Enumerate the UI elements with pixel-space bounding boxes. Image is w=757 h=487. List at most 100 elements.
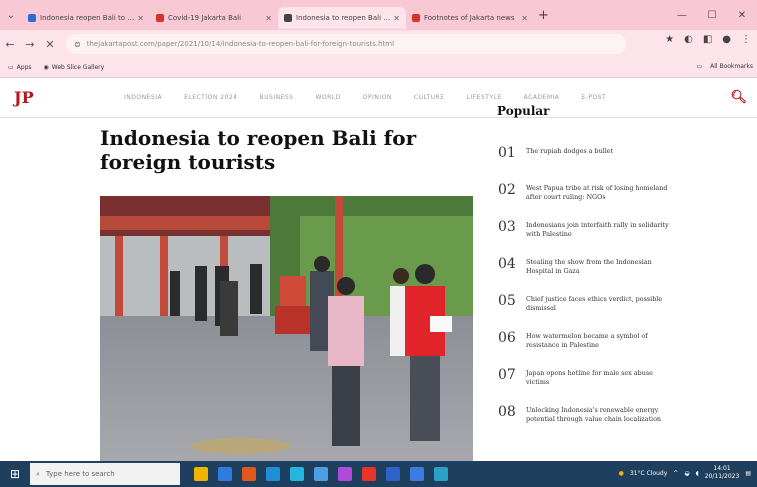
close-icon[interactable]: ✕: [137, 14, 144, 23]
article-photo-image: [100, 196, 473, 464]
back-icon[interactable]: ←: [0, 38, 20, 51]
window-close-icon[interactable]: ✕: [727, 10, 757, 21]
minimize-icon[interactable]: —: [667, 10, 697, 21]
window-controls: — ☐ ✕: [667, 0, 757, 30]
all-bookmarks[interactable]: ▭ All Bookmarks: [697, 63, 753, 70]
bookmark-star-icon[interactable]: ★: [665, 34, 674, 45]
taskbar-app-icon[interactable]: [410, 467, 424, 481]
profile-icon[interactable]: ●: [722, 34, 731, 45]
url-input[interactable]: ⊜ thejakartapost.com/paper/2021/10/14/in…: [66, 34, 626, 54]
browser-tab[interactable]: Indonesia reopen Bali to tourists ✕: [22, 7, 150, 29]
notification-icon[interactable]: ▤: [745, 470, 751, 477]
browser-tab-active[interactable]: Indonesia to reopen Bali for foreign ✕: [278, 7, 406, 29]
popular-item[interactable]: 01 The rupiah dodges a bullet: [498, 145, 678, 182]
taskbar-app-icon[interactable]: [434, 467, 448, 481]
search-icon[interactable]: 🔍︎: [730, 90, 747, 105]
taskbar-app-icon[interactable]: [242, 467, 256, 481]
folder-icon: ▭: [696, 63, 703, 70]
taskbar-app-icon[interactable]: [386, 467, 400, 481]
site-navigation: JP INDONESIA ELECTION 2024 BUSINESS WORL…: [0, 78, 757, 118]
globe-icon: ◉: [43, 64, 49, 71]
tab-favicon: [412, 14, 420, 22]
nav-item-lifestyle[interactable]: LIFESTYLE: [467, 94, 502, 101]
nav-item-business[interactable]: BUSINESS: [260, 94, 294, 101]
article-headline: Indonesia to reopen Bali for foreign tou…: [100, 126, 417, 174]
search-icon: ⌕: [36, 469, 40, 478]
browser-tab[interactable]: Covid-19 Jakarta Bali ✕: [150, 7, 278, 29]
popular-rank: 06: [498, 330, 516, 346]
windows-start-icon[interactable]: ⊞: [0, 467, 30, 481]
nav-item-world[interactable]: WORLD: [315, 94, 340, 101]
nav-item-academia[interactable]: ACADEMIA: [524, 94, 560, 101]
popular-item[interactable]: 02 West Papua tribe at risk of losing hom…: [498, 182, 678, 219]
maximize-icon[interactable]: ☐: [697, 10, 727, 21]
close-icon[interactable]: ✕: [393, 14, 400, 23]
sidebar-icon[interactable]: ◧: [703, 34, 712, 45]
taskbar-app-icon[interactable]: [314, 467, 328, 481]
new-tab-icon[interactable]: +: [538, 8, 549, 23]
tab-title: Indonesia reopen Bali to tourists: [40, 14, 135, 22]
popular-title[interactable]: Unlocking Indonesia's renewable energy p…: [526, 404, 678, 424]
popular-title[interactable]: The rupiah dodges a bullet: [526, 145, 613, 156]
taskbar-app-icon[interactable]: [266, 467, 280, 481]
close-icon[interactable]: ✕: [521, 14, 528, 23]
article-photo: [100, 196, 473, 464]
browser-tab[interactable]: Footnotes of Jakarta news ✕: [406, 7, 534, 29]
volume-icon[interactable]: ◖: [696, 470, 699, 477]
nav-item-election[interactable]: ELECTION 2024: [184, 94, 237, 101]
forward-icon[interactable]: →: [20, 38, 40, 51]
popular-item[interactable]: 04 Stealing the show from the Indonesian …: [498, 256, 678, 293]
taskbar-app-icon[interactable]: [362, 467, 376, 481]
tray-arrow-icon[interactable]: ^: [673, 470, 678, 477]
taskbar-search-input[interactable]: ⌕ Type here to search: [30, 463, 180, 485]
bookmark-web-slice[interactable]: ◉ Web Slice Gallery: [44, 64, 105, 71]
close-icon[interactable]: ✕: [265, 14, 272, 23]
address-bar-row: ← → ✕ ⊜ thejakartapost.com/paper/2021/10…: [0, 30, 757, 58]
tab-title: Covid-19 Jakarta Bali: [168, 14, 242, 22]
popular-item[interactable]: 08 Unlocking Indonesia's renewable energy…: [498, 404, 678, 441]
folder-icon: ▭: [8, 64, 14, 71]
popular-rank: 01: [498, 145, 516, 161]
taskbar-app-icon[interactable]: [338, 467, 352, 481]
site-info-icon[interactable]: ⊜: [74, 40, 81, 49]
network-icon[interactable]: ◒: [684, 470, 689, 477]
taskbar-app-icon[interactable]: [218, 467, 232, 481]
popular-item[interactable]: 06 How watermelon became a symbol of resi…: [498, 330, 678, 367]
clock[interactable]: 14:01 20/11/2023: [705, 465, 740, 481]
stop-icon[interactable]: ✕: [40, 38, 60, 51]
taskbar-app-icon[interactable]: [290, 467, 304, 481]
tab-favicon: [28, 14, 36, 22]
nav-item-indonesia[interactable]: INDONESIA: [124, 94, 162, 101]
tab-search-icon[interactable]: ⌄: [0, 10, 22, 21]
menu-icon[interactable]: ⋮: [741, 34, 751, 45]
tab-favicon: [156, 14, 164, 22]
url-text: thejakartapost.com/paper/2021/10/14/indo…: [86, 40, 395, 48]
popular-rank: 04: [498, 256, 516, 272]
tab-favicon: [284, 14, 292, 22]
popular-rank: 02: [498, 182, 516, 198]
popular-item[interactable]: 05 Chief justice faces ethics verdict, po…: [498, 293, 678, 330]
extension-icon[interactable]: ◐: [684, 34, 693, 45]
system-tray: ● 31°C Cloudy ^ ◒ ◖ 14:01 20/11/2023 ▤: [619, 465, 751, 481]
popular-item[interactable]: 03 Indonesians join interfaith rally in s…: [498, 219, 678, 256]
nav-item-opinion[interactable]: OPINION: [363, 94, 392, 101]
taskbar-search-placeholder: Type here to search: [45, 470, 115, 478]
popular-item[interactable]: 07 Japan opens hotline for male sex abuse…: [498, 367, 678, 404]
browser-toolbar-icons: ★ ◐ ◧ ● ⋮: [665, 34, 751, 45]
bookmark-apps[interactable]: ▭ Apps: [8, 64, 32, 71]
popular-title[interactable]: Chief justice faces ethics verdict, poss…: [526, 293, 678, 313]
site-logo[interactable]: JP: [14, 88, 124, 107]
popular-title[interactable]: Indonesians join interfaith rally in sol…: [526, 219, 678, 239]
popular-heading: Popular: [497, 104, 550, 118]
taskbar-app-icon[interactable]: [194, 467, 208, 481]
weather-text[interactable]: 31°C Cloudy: [630, 470, 667, 477]
taskbar-apps: [194, 467, 448, 481]
popular-title[interactable]: West Papua tribe at risk of losing homel…: [526, 182, 678, 202]
nav-item-epost[interactable]: E-POST: [581, 94, 606, 101]
popular-title[interactable]: Japan opens hotline for male sex abuse v…: [526, 367, 678, 387]
popular-rank: 05: [498, 293, 516, 309]
popular-list: 01 The rupiah dodges a bullet 02 West Papu…: [498, 145, 678, 441]
popular-title[interactable]: How watermelon became a symbol of resist…: [526, 330, 678, 350]
popular-title[interactable]: Stealing the show from the Indonesian Ho…: [526, 256, 678, 276]
nav-item-culture[interactable]: CULTURE: [414, 94, 445, 101]
